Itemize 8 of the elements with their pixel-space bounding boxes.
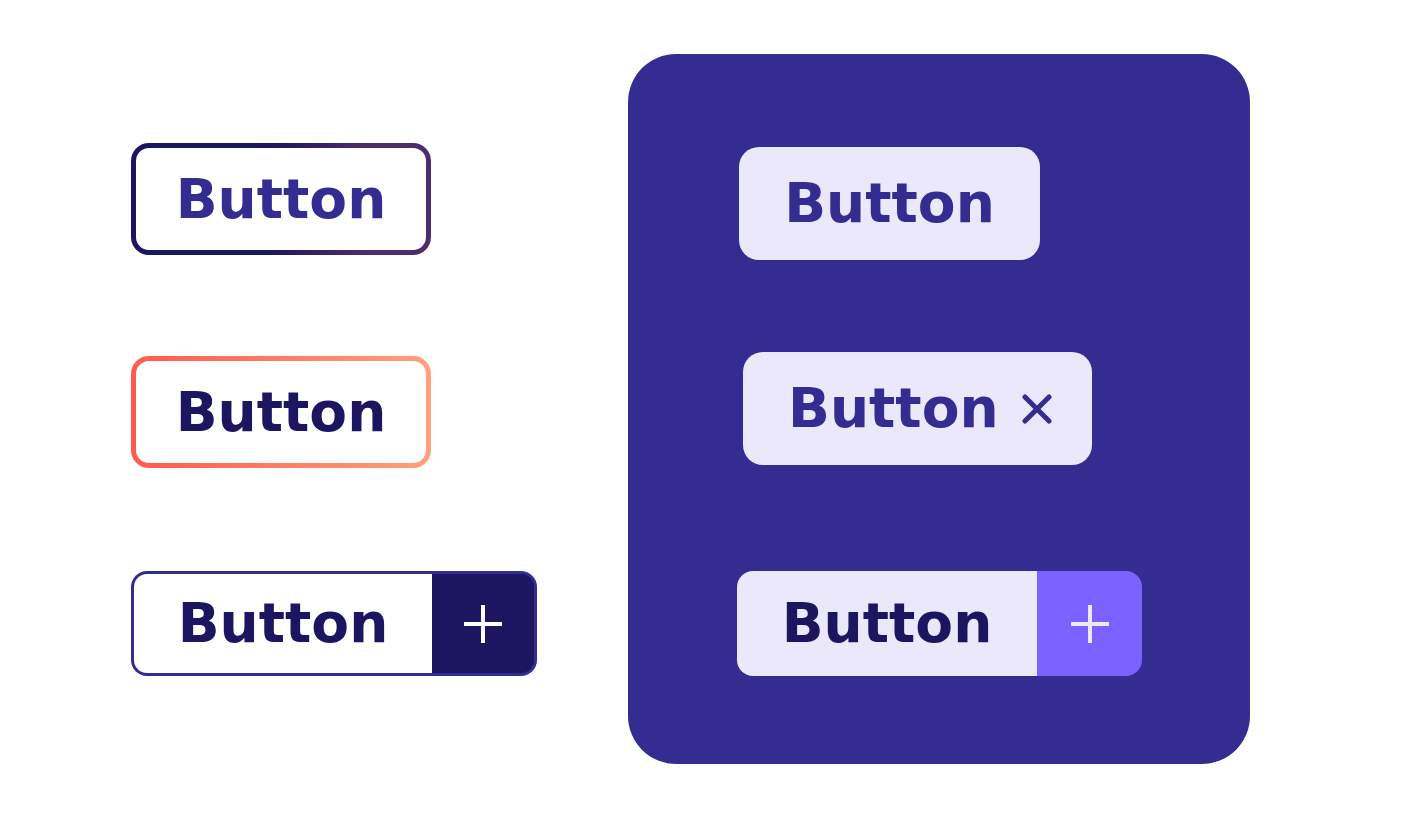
add-button[interactable]: [432, 571, 537, 676]
main-button[interactable]: Button: [131, 571, 432, 676]
main-button[interactable]: Button: [737, 571, 1037, 676]
close-icon: [1021, 393, 1052, 424]
chip-button[interactable]: Button: [743, 352, 1092, 465]
filled-button[interactable]: Button: [739, 147, 1040, 260]
plus-icon: [464, 604, 502, 643]
plus-icon: [1070, 604, 1109, 643]
